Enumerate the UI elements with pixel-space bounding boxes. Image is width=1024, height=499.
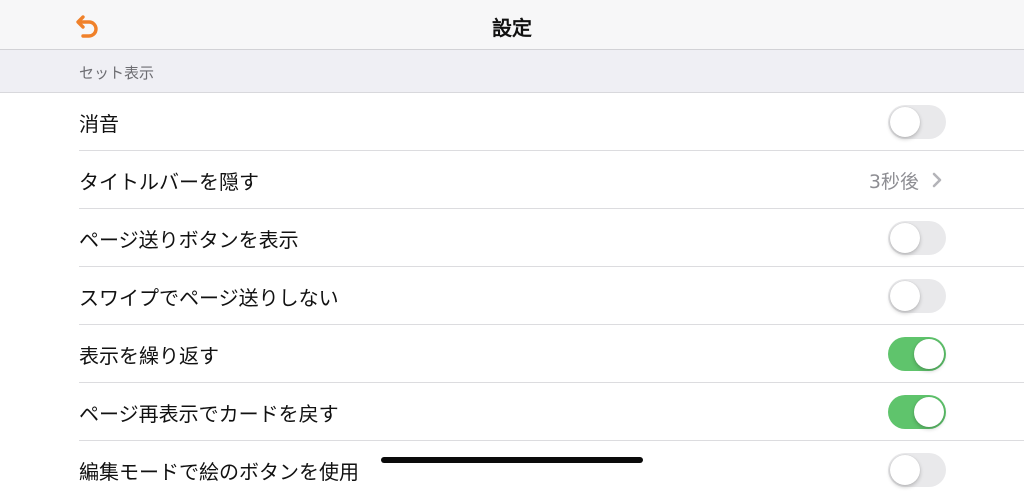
navigation-bar: 設定	[0, 0, 1024, 50]
toggle-knob	[890, 455, 920, 485]
settings-row-mute: 消音	[0, 93, 1024, 151]
row-label: 消音	[79, 112, 119, 136]
toggle-knob	[914, 339, 944, 369]
home-indicator	[381, 457, 643, 463]
settings-row-picture-buttons: 編集モードで絵のボタンを使用	[0, 441, 1024, 499]
settings-row-repeat-display: 表示を繰り返す	[0, 325, 1024, 383]
section-header-label: セット表示	[79, 64, 155, 82]
section-header: セット表示	[0, 50, 1024, 93]
chevron-right-icon	[930, 172, 944, 188]
row-label: 表示を繰り返す	[79, 344, 219, 368]
mute-toggle[interactable]	[888, 105, 946, 139]
repeat-display-toggle[interactable]	[888, 337, 946, 371]
settings-row-disable-swipe: スワイプでページ送りしない	[0, 267, 1024, 325]
row-value: 3秒後	[868, 171, 919, 193]
reset-cards-toggle[interactable]	[888, 395, 946, 429]
row-label: 編集モードで絵のボタンを使用	[79, 460, 359, 484]
row-label: ページ再表示でカードを戻す	[79, 402, 339, 426]
settings-row-reset-cards: ページ再表示でカードを戻す	[0, 383, 1024, 441]
show-page-buttons-toggle[interactable]	[888, 221, 946, 255]
row-label: タイトルバーを隠す	[79, 170, 259, 194]
toggle-knob	[890, 223, 920, 253]
toggle-knob	[890, 281, 920, 311]
settings-row-hide-title-bar[interactable]: タイトルバーを隠す 3秒後	[0, 151, 1024, 209]
picture-buttons-toggle[interactable]	[888, 453, 946, 487]
toggle-knob	[914, 397, 944, 427]
disable-swipe-toggle[interactable]	[888, 279, 946, 313]
settings-row-show-page-buttons: ページ送りボタンを表示	[0, 209, 1024, 267]
toggle-knob	[890, 107, 920, 137]
row-label: ページ送りボタンを表示	[79, 228, 299, 252]
row-label: スワイプでページ送りしない	[79, 286, 339, 310]
page-title: 設定	[492, 16, 532, 40]
